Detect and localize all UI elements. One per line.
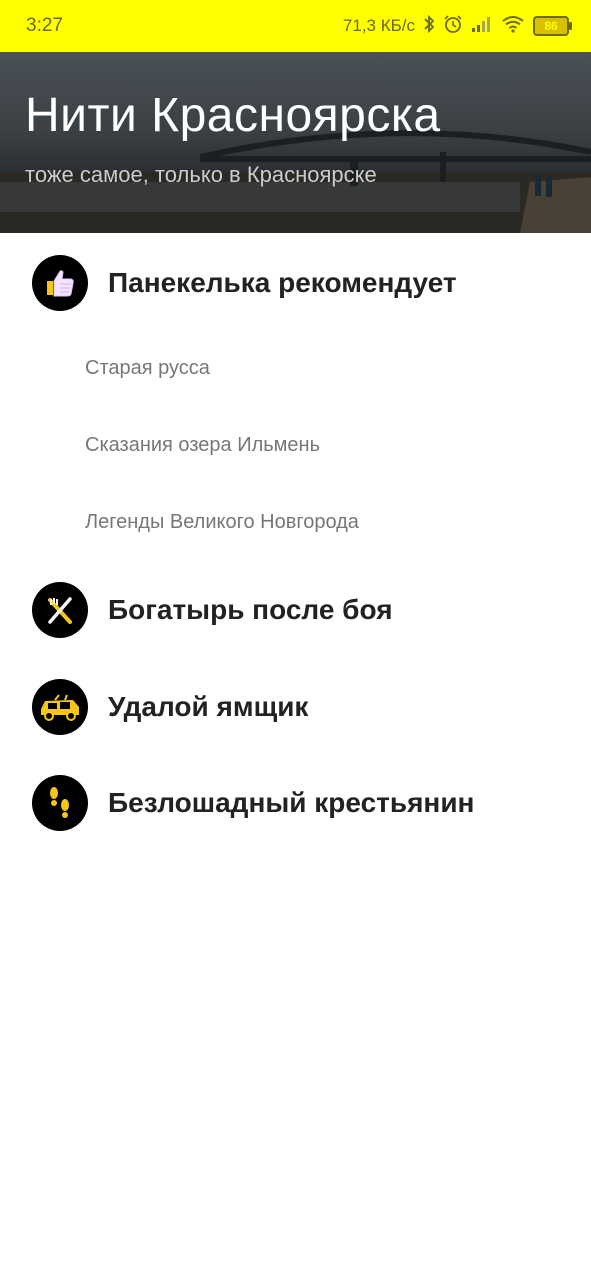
- category-label: Безлошадный крестьянин: [108, 787, 475, 818]
- category-label: Панекелька рекомендует: [108, 267, 457, 298]
- bluetooth-icon: [423, 14, 435, 39]
- category-krestyanin[interactable]: Безлошадный крестьянин: [0, 768, 591, 838]
- category-yamshchik[interactable]: Удалой ямщик: [0, 672, 591, 742]
- category-label: Богатырь после боя: [108, 594, 393, 625]
- category-recommends[interactable]: Панекелька рекомендует: [0, 248, 591, 318]
- thumbs-up-icon: [32, 255, 88, 311]
- header-title: Нити Красноярска: [25, 89, 441, 142]
- header-subtitle: тоже самое, только в Красноярске: [25, 162, 377, 187]
- wifi-icon: [501, 15, 525, 38]
- fork-knife-icon: [32, 582, 88, 638]
- signal-icon: [471, 15, 493, 38]
- network-speed: 71,3 КБ/с: [342, 16, 415, 35]
- list-item-ilmen[interactable]: Сказания озера Ильмень: [85, 434, 320, 457]
- status-icons: 71,3 КБ/с 86: [342, 14, 572, 39]
- list-item-novgorod[interactable]: Легенды Великого Новгорода: [85, 511, 359, 534]
- category-label: Удалой ямщик: [108, 691, 309, 722]
- status-bar: 3:27 71,3 КБ/с 86: [0, 0, 591, 52]
- category-bogatyr[interactable]: Богатырь после боя: [0, 575, 591, 645]
- drawer-header: Нити Красноярска тоже самое, только в Кр…: [0, 52, 591, 233]
- list-item-staraya-russa[interactable]: Старая русса: [85, 357, 210, 380]
- battery-icon: 86: [533, 16, 572, 36]
- footprints-icon: [32, 775, 88, 831]
- status-time: 3:27: [26, 15, 63, 36]
- battery-level: 86: [544, 19, 558, 33]
- alarm-icon: [443, 14, 463, 39]
- car-icon: [32, 679, 88, 735]
